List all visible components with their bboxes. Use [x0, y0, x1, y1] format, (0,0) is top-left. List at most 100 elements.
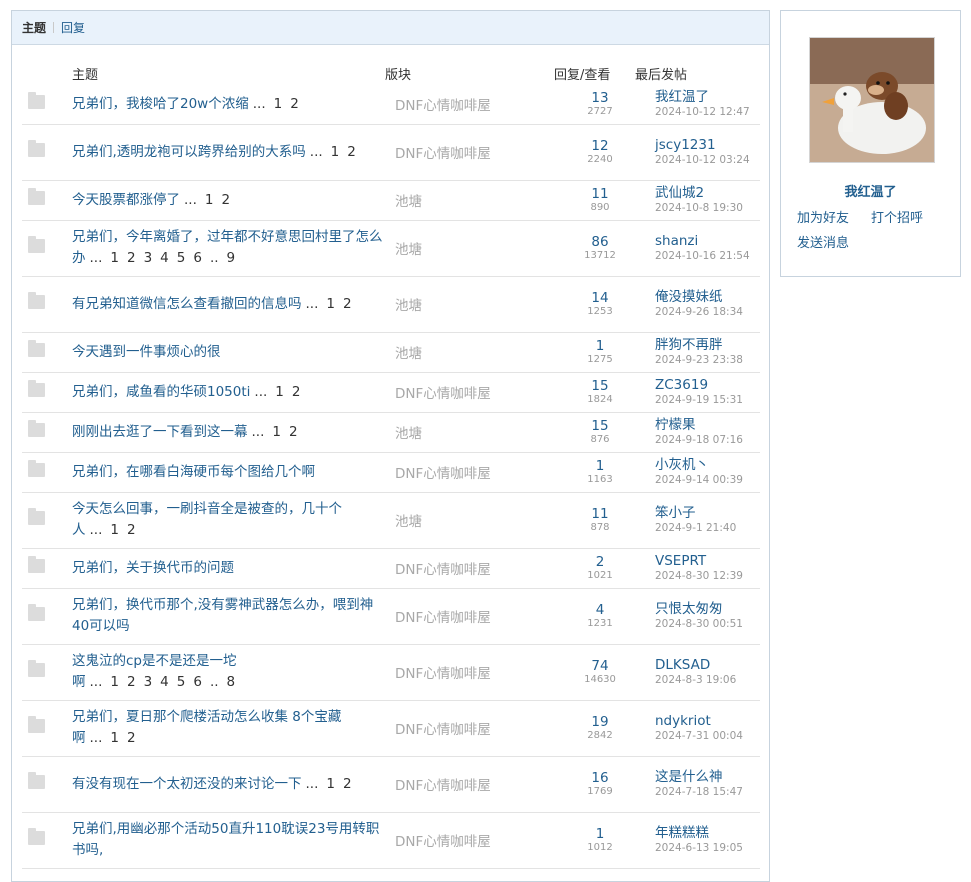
send-message-link[interactable]: 发送消息 [797, 232, 849, 251]
page-link[interactable]: 2 [127, 522, 136, 538]
topic-forum[interactable]: DNF心情咖啡屋 [385, 85, 545, 125]
page-link[interactable]: 1 [205, 192, 214, 208]
last-post-user[interactable]: 我红温了 [655, 89, 760, 106]
tab-replies[interactable]: 回复 [61, 19, 85, 36]
reply-count[interactable]: 1 [555, 338, 645, 354]
page-link[interactable]: 2 [343, 776, 352, 792]
last-post-user[interactable]: 小灰机丶 [655, 457, 760, 474]
page-link[interactable]: 1 [110, 730, 119, 746]
reply-count[interactable]: 1 [555, 458, 645, 474]
page-link[interactable]: 1 [272, 424, 281, 440]
topic-title-link[interactable]: 有没有现在一个太初还没的来讨论一下 [72, 776, 302, 792]
topic-title-link[interactable]: 兄弟们，在哪看白海硬币每个图给几个啊 [72, 464, 315, 480]
reply-count[interactable]: 15 [555, 378, 645, 394]
topic-forum[interactable]: DNF心情咖啡屋 [385, 372, 545, 413]
page-link[interactable]: 2 [127, 674, 136, 690]
page-link[interactable]: 1 [110, 674, 119, 690]
topic-title-link[interactable]: 今天遇到一件事烦心的很 [72, 344, 221, 360]
reply-count[interactable]: 74 [555, 658, 645, 674]
reply-count[interactable]: 1 [555, 826, 645, 842]
page-link[interactable]: 1 [326, 296, 335, 312]
topic-forum[interactable]: DNF心情咖啡屋 [385, 588, 545, 645]
page-link[interactable]: 6 [193, 674, 202, 690]
reply-count[interactable]: 2 [555, 554, 645, 570]
page-link[interactable]: 5 [177, 674, 186, 690]
topic-forum[interactable]: 池塘 [385, 220, 545, 277]
last-post-user[interactable]: shanzi [655, 233, 760, 250]
page-link[interactable]: 5 [177, 250, 186, 266]
last-post-user[interactable]: VSEPRT [655, 553, 760, 570]
page-link[interactable]: 2 [290, 96, 299, 112]
last-post-user[interactable]: DLKSAD [655, 657, 760, 674]
reply-count[interactable]: 13 [555, 90, 645, 106]
topic-title-link[interactable]: 兄弟们，咸鱼看的华硕1050ti [72, 384, 250, 400]
reply-count[interactable]: 11 [555, 186, 645, 202]
topic-title-link[interactable]: 兄弟们,用幽必那个活动50直升110耽误23号用转职书吗, [72, 821, 379, 858]
greet-link[interactable]: 打个招呼 [871, 207, 923, 226]
last-post-user[interactable]: ndykriot [655, 713, 760, 730]
avatar[interactable] [809, 37, 935, 163]
topic-title-link[interactable]: 兄弟们，我梭哈了20w个浓缩 [72, 96, 249, 112]
last-post-user[interactable]: 武仙城2 [655, 185, 760, 202]
reply-count[interactable]: 19 [555, 714, 645, 730]
page-link[interactable]: 2 [289, 424, 298, 440]
topic-forum[interactable]: 池塘 [385, 180, 545, 221]
tab-topics[interactable]: 主题 [22, 19, 46, 36]
reply-count[interactable]: 4 [555, 602, 645, 618]
topic-forum[interactable]: 池塘 [385, 412, 545, 453]
topic-title-link[interactable]: 有兄弟知道微信怎么查看撤回的信息吗 [72, 296, 302, 312]
page-link[interactable]: 4 [160, 250, 169, 266]
page-link[interactable]: 6 [193, 250, 202, 266]
last-post-user[interactable]: 柠檬果 [655, 417, 760, 434]
last-post-user[interactable]: 这是什么神 [655, 769, 760, 786]
topic-forum[interactable]: DNF心情咖啡屋 [385, 644, 545, 701]
topic-forum[interactable]: DNF心情咖啡屋 [385, 700, 545, 757]
topic-forum[interactable]: 池塘 [385, 332, 545, 373]
topic-forum[interactable]: DNF心情咖啡屋 [385, 124, 545, 181]
add-friend-link[interactable]: 加为好友 [797, 207, 849, 226]
page-link[interactable]: 2 [343, 296, 352, 312]
reply-count[interactable]: 15 [555, 418, 645, 434]
profile-username[interactable]: 我红温了 [781, 181, 960, 200]
topic-title-link[interactable]: 刚刚出去逛了一下看到这一幕 [72, 424, 248, 440]
page-link[interactable]: 1 [275, 384, 284, 400]
page-link[interactable]: 2 [221, 192, 230, 208]
page-link[interactable]: 8 [227, 674, 236, 690]
last-post-user[interactable]: jscy1231 [655, 137, 760, 154]
page-link[interactable]: 3 [144, 674, 153, 690]
reply-count[interactable]: 16 [555, 770, 645, 786]
last-post-user[interactable]: 只恨太匆匆 [655, 601, 760, 618]
last-post-user[interactable]: 俺没摸妹纸 [655, 289, 760, 306]
reply-count[interactable]: 11 [555, 506, 645, 522]
reply-count[interactable]: 14 [555, 290, 645, 306]
last-post-user[interactable]: 胖狗不再胖 [655, 337, 760, 354]
topic-forum[interactable]: DNF心情咖啡屋 [385, 756, 545, 813]
topic-forum[interactable]: 池塘 [385, 492, 545, 549]
topic-forum[interactable]: DNF心情咖啡屋 [385, 452, 545, 493]
topic-title-link[interactable]: 兄弟们，关于换代币的问题 [72, 560, 234, 576]
last-post-user[interactable]: 笨小子 [655, 505, 760, 522]
topic-forum[interactable]: DNF心情咖啡屋 [385, 812, 545, 869]
topic-forum[interactable]: 池塘 [385, 276, 545, 333]
last-post-user[interactable]: ZC3619 [655, 377, 760, 394]
page-link[interactable]: 2 [127, 730, 136, 746]
page-link[interactable]: 2 [292, 384, 301, 400]
page-link[interactable]: 1 [274, 96, 283, 112]
page-link[interactable]: 2 [347, 144, 356, 160]
topic-title-link[interactable]: 兄弟们，换代币那个,没有雾神武器怎么办，喂到神40可以吗 [72, 597, 373, 634]
page-link: ... [89, 674, 103, 690]
page-link[interactable]: 2 [127, 250, 136, 266]
page-link[interactable]: 9 [227, 250, 236, 266]
page-link[interactable]: 1 [110, 522, 119, 538]
page-link[interactable]: 4 [160, 674, 169, 690]
reply-count[interactable]: 86 [555, 234, 645, 250]
page-link[interactable]: 1 [326, 776, 335, 792]
page-link[interactable]: 1 [331, 144, 340, 160]
last-post-user[interactable]: 年糕糕糕 [655, 825, 760, 842]
page-link[interactable]: 3 [144, 250, 153, 266]
topic-title-link[interactable]: 兄弟们,透明龙袍可以跨界给别的大系吗 [72, 144, 306, 160]
reply-count[interactable]: 12 [555, 138, 645, 154]
page-link[interactable]: 1 [110, 250, 119, 266]
topic-title-link[interactable]: 今天股票都涨停了 [72, 192, 180, 208]
topic-forum[interactable]: DNF心情咖啡屋 [385, 548, 545, 589]
